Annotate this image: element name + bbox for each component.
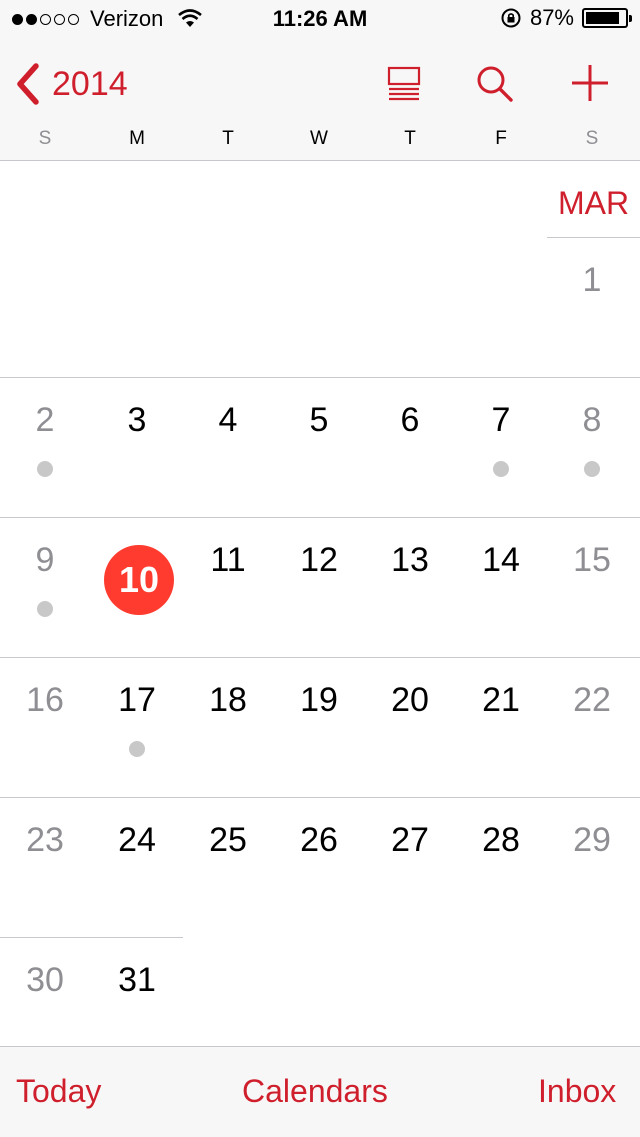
day-cell[interactable]: 4 (183, 401, 274, 440)
weekday-label: T (222, 128, 234, 149)
battery-percent: 87% (529, 5, 574, 30)
week-divider (0, 937, 183, 938)
event-dot (37, 461, 53, 477)
day-cell[interactable]: 9 (0, 541, 91, 580)
calendars-button[interactable]: Calendars (242, 1073, 388, 1110)
inbox-button[interactable]: Inbox (538, 1073, 616, 1110)
day-cell[interactable]: 14 (456, 541, 547, 580)
list-view-icon[interactable] (380, 60, 428, 108)
week-divider (0, 377, 640, 378)
day-cell[interactable]: 27 (365, 821, 456, 860)
day-cell[interactable]: 21 (456, 681, 547, 720)
day-cell[interactable]: 17 (92, 681, 183, 720)
day-cell[interactable]: 2 (0, 401, 91, 440)
weekday-label: T (404, 128, 416, 149)
day-cell[interactable]: 30 (0, 961, 91, 1000)
day-cell[interactable]: 5 (274, 401, 365, 440)
day-cell[interactable]: 12 (274, 541, 365, 580)
weekday-label: S (38, 128, 52, 149)
navigation-bar: 2014 (0, 40, 640, 128)
day-cell[interactable]: 26 (274, 821, 365, 860)
weekday-label: S (585, 128, 599, 149)
day-cell[interactable]: 28 (456, 821, 547, 860)
today-date[interactable]: 10 (104, 545, 174, 615)
day-cell[interactable]: 15 (547, 541, 638, 580)
event-dot (584, 461, 600, 477)
back-to-year-button[interactable]: 2014 (14, 62, 128, 106)
day-cell[interactable]: 18 (183, 681, 274, 720)
day-cell[interactable]: 13 (365, 541, 456, 580)
day-cell[interactable]: 19 (274, 681, 365, 720)
day-cell[interactable]: 31 (92, 961, 183, 1000)
day-cell[interactable]: 7 (456, 401, 547, 440)
day-cell[interactable]: 6 (365, 401, 456, 440)
day-cell[interactable]: 23 (0, 821, 91, 860)
rotation-lock-icon (501, 8, 521, 28)
weekday-label: W (310, 128, 328, 149)
month-divider (547, 237, 640, 238)
day-cell[interactable]: 25 (183, 821, 274, 860)
today-button[interactable]: Today (16, 1073, 101, 1110)
top-area: Verizon 11:26 AM 87% 2014 S M T W T F S (0, 0, 640, 161)
day-cell[interactable]: 24 (92, 821, 183, 860)
chevron-left-icon (17, 63, 39, 105)
weekday-label: M (129, 128, 145, 149)
status-right: 87% (500, 5, 632, 31)
day-cell[interactable]: 8 (547, 401, 638, 440)
event-dot (37, 601, 53, 617)
week-divider (0, 517, 640, 518)
battery-icon (582, 8, 632, 28)
status-bar: Verizon 11:26 AM 87% (0, 0, 640, 40)
add-icon[interactable] (566, 60, 614, 108)
week-divider (0, 657, 640, 658)
day-cell[interactable]: 20 (365, 681, 456, 720)
week-divider (0, 797, 640, 798)
day-cell[interactable]: 29 (547, 821, 638, 860)
bottom-toolbar: Today Calendars Inbox (0, 1046, 640, 1137)
day-cell[interactable]: 1 (547, 261, 638, 300)
day-cell[interactable]: 3 (92, 401, 183, 440)
weekday-header: SMTWTFS (0, 128, 640, 158)
day-cell[interactable]: 16 (0, 681, 91, 720)
back-button-label: 2014 (52, 64, 128, 103)
month-label: MAR (557, 185, 630, 221)
event-dot (493, 461, 509, 477)
event-dot (129, 741, 145, 757)
weekday-label: F (495, 128, 507, 149)
day-cell[interactable]: 11 (183, 541, 274, 580)
day-cell[interactable]: 22 (547, 681, 638, 720)
search-icon[interactable] (470, 60, 518, 108)
